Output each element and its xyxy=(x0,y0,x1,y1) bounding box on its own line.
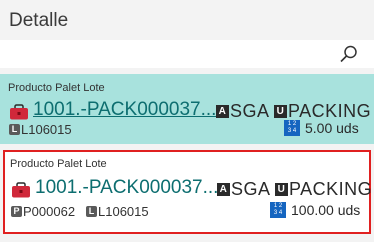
search-input[interactable] xyxy=(6,42,330,66)
list-item[interactable]: Producto Palet Lote 1001.-PACK000037... … xyxy=(3,150,372,234)
packing-letter: U xyxy=(274,104,287,118)
bag-icon xyxy=(12,182,30,198)
sga-tag: A SGA xyxy=(216,100,270,122)
lot: L L106015 xyxy=(9,122,72,137)
sga-letter: A xyxy=(217,182,230,196)
quantity: 1 23 4 100.00 uds xyxy=(270,202,360,218)
lot-letter: L xyxy=(9,124,20,135)
header: Detalle xyxy=(0,0,374,40)
lot-value: L106015 xyxy=(21,122,72,137)
packing-tag: U PACKING xyxy=(274,100,371,122)
packing-label: PACKING xyxy=(288,100,372,121)
lot: L L106015 xyxy=(86,204,149,219)
sga-letter: A xyxy=(216,104,229,118)
page-title: Detalle xyxy=(9,10,69,31)
sga-label: SGA xyxy=(231,178,271,199)
product-code-link[interactable]: 1001.-PACK000037... xyxy=(35,177,218,199)
list-item[interactable]: Producto Palet Lote 1001.-PACK000037... … xyxy=(0,74,374,144)
product-code-link[interactable]: 1001.-PACK000037... xyxy=(33,99,216,121)
item-type-label: Producto Palet Lote xyxy=(8,82,105,94)
packing-label: PACKING xyxy=(289,178,373,199)
quantity-icon: 1 23 4 xyxy=(270,202,286,218)
sga-tag: A SGA xyxy=(217,178,271,200)
lot-letter: L xyxy=(86,206,97,217)
packing-tag: U PACKING xyxy=(275,178,372,200)
search-bar xyxy=(0,40,374,68)
pallet-letter: P xyxy=(11,206,22,217)
quantity: 1 23 4 5.00 uds xyxy=(284,120,359,136)
pallet-value: P000062 xyxy=(23,204,76,219)
bag-icon xyxy=(10,104,28,120)
quantity-icon: 1 23 4 xyxy=(284,120,300,136)
packing-letter: U xyxy=(275,182,288,196)
quantity-value: 5.00 uds xyxy=(305,120,359,136)
sga-label: SGA xyxy=(230,100,270,121)
quantity-value: 100.00 uds xyxy=(291,202,361,218)
pallet: P P000062 xyxy=(11,204,75,219)
search-icon[interactable] xyxy=(339,44,359,64)
item-type-label: Producto Palet Lote xyxy=(10,158,107,170)
lot-value: L106015 xyxy=(98,204,149,219)
